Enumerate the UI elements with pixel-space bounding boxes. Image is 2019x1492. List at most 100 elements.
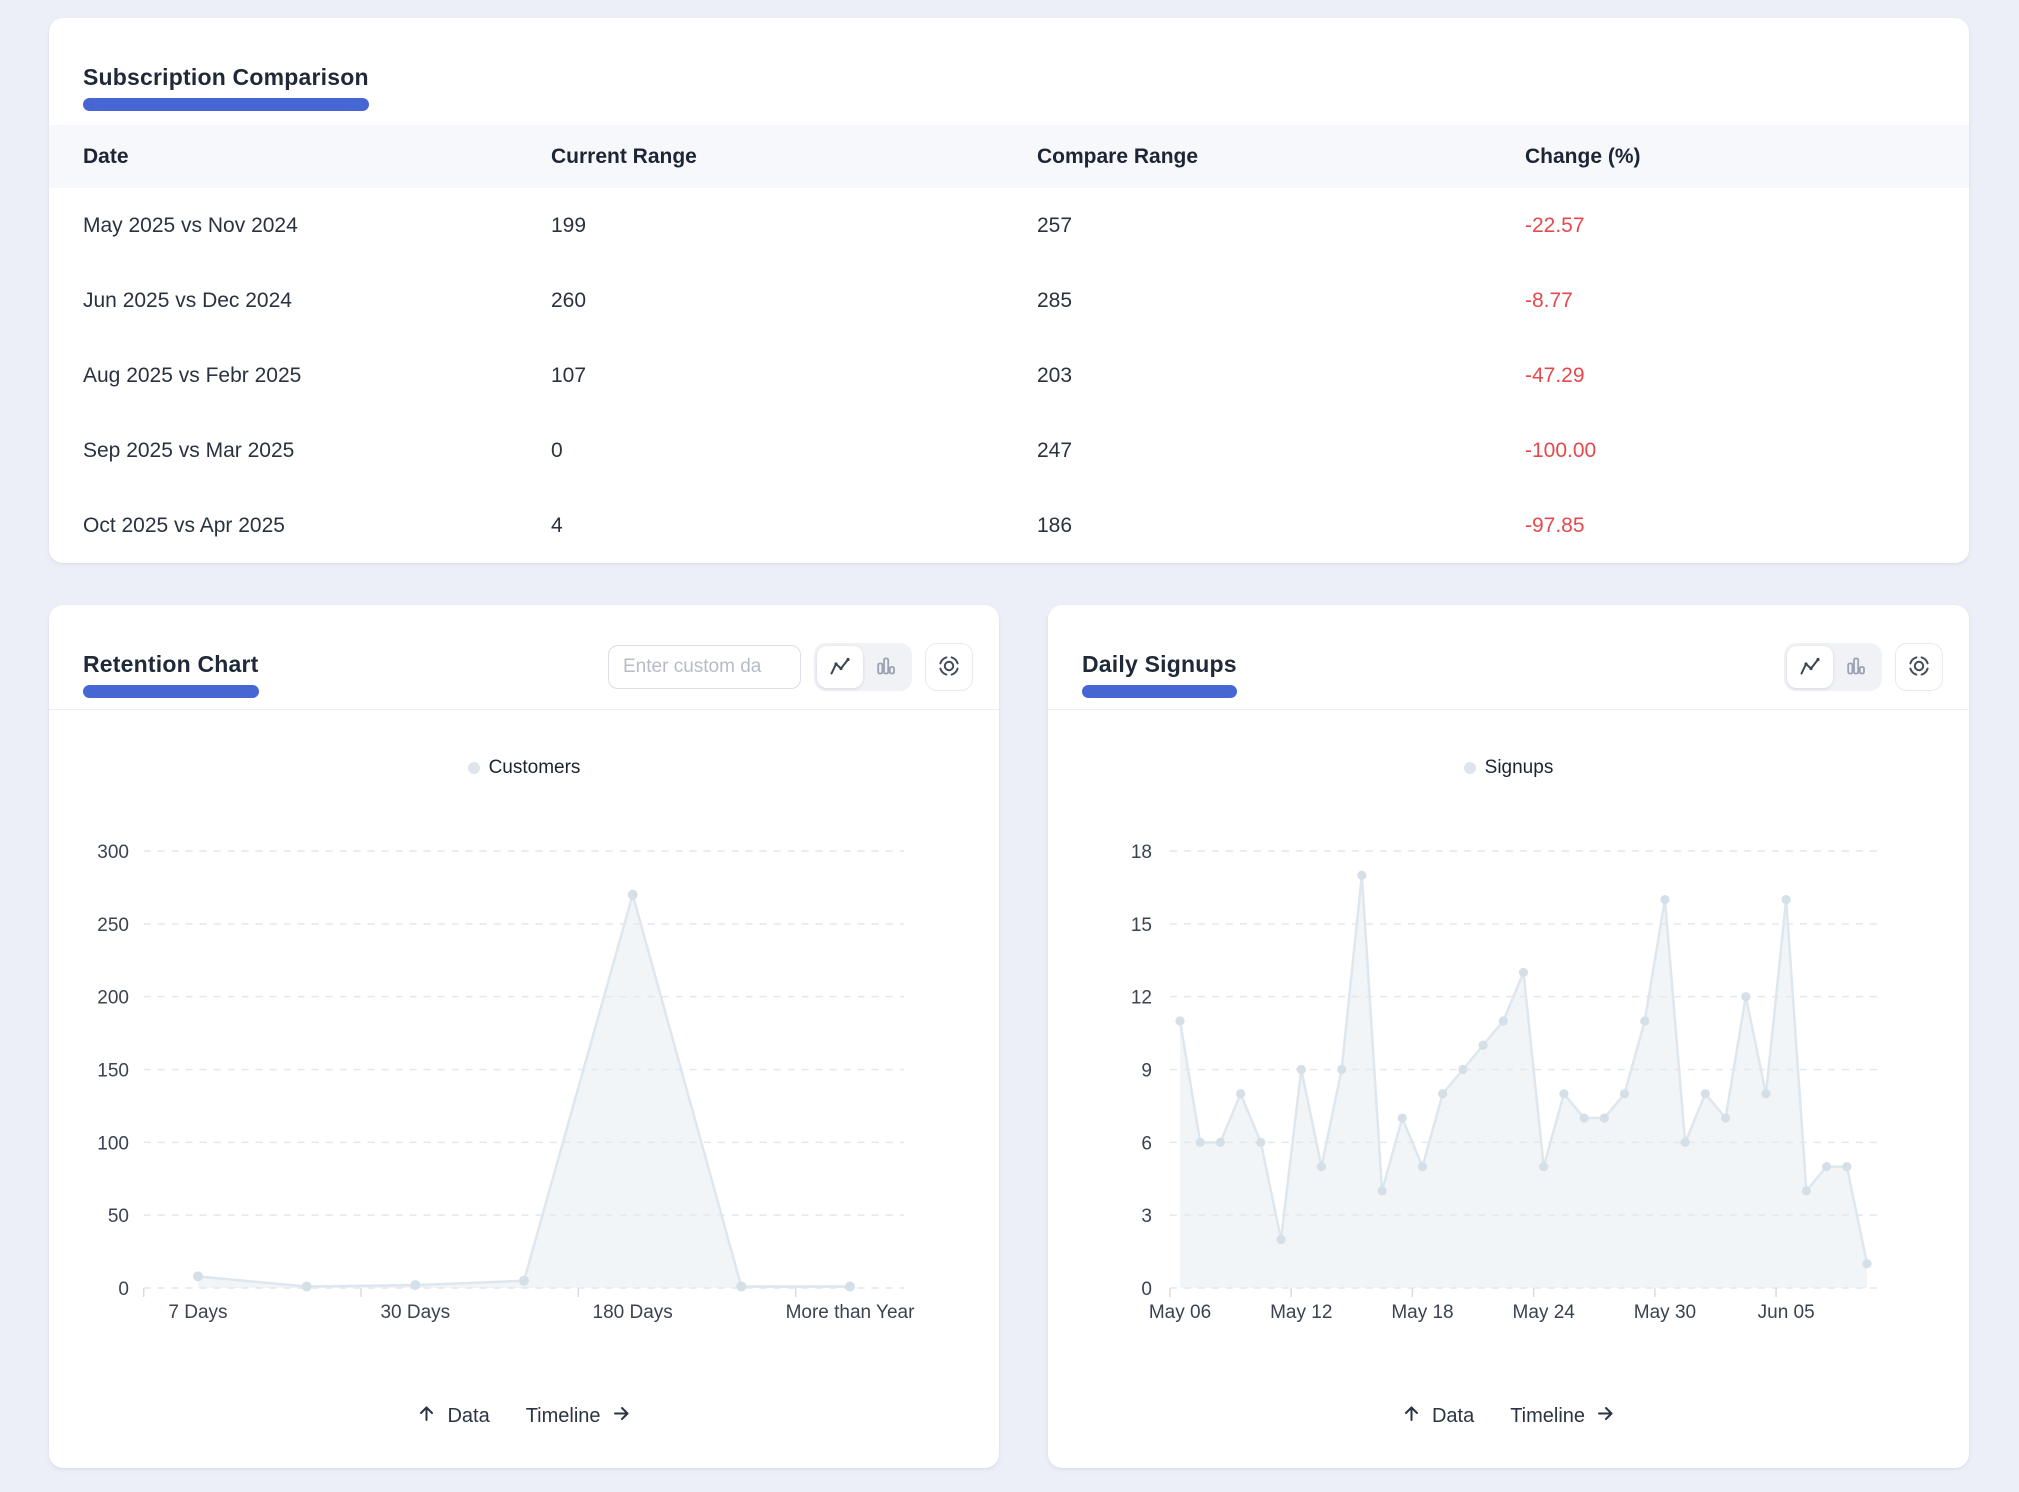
title-underline [83, 685, 259, 698]
data-point [193, 1271, 203, 1281]
cell-compare-range: 257 [1037, 188, 1072, 263]
data-point [1782, 895, 1791, 904]
cell-compare-range: 203 [1037, 338, 1072, 413]
retention-title-wrap: Retention Chart [83, 651, 259, 698]
line-chart-toggle-button[interactable] [1787, 646, 1833, 688]
cell-change: -47.29 [1525, 338, 1585, 413]
signups-controls [1784, 643, 1943, 691]
daily-signups-card: Daily Signups [1048, 605, 1969, 1468]
retention-footer: Data Timeline [49, 1403, 999, 1430]
title-underline [83, 98, 369, 111]
right-arrow-icon [1595, 1403, 1616, 1430]
bar-chart-toggle-button[interactable] [863, 646, 909, 688]
cell-compare-range: 285 [1037, 263, 1072, 338]
line-chart-toggle-button[interactable] [817, 646, 863, 688]
legend-dot [1464, 762, 1476, 774]
data-point [1741, 992, 1750, 1001]
data-point [736, 1282, 746, 1292]
cell-date: May 2025 vs Nov 2024 [83, 188, 298, 263]
column-header: Change (%) [1525, 125, 1641, 188]
cell-current-range: 4 [551, 488, 563, 563]
data-point [1539, 1162, 1548, 1171]
svg-text:300: 300 [97, 842, 129, 863]
data-point [1580, 1113, 1589, 1122]
svg-text:100: 100 [97, 1133, 129, 1154]
cell-change: -97.85 [1525, 488, 1585, 563]
cell-current-range: 107 [551, 338, 586, 413]
svg-text:May 24: May 24 [1513, 1302, 1576, 1323]
signups-legend[interactable]: Signups [1048, 757, 1969, 779]
data-point [1438, 1089, 1447, 1098]
snapshot-button[interactable] [1895, 643, 1943, 691]
chart-type-toggle [1784, 643, 1882, 691]
svg-text:30 Days: 30 Days [380, 1302, 450, 1323]
timeline-button-label: Timeline [526, 1405, 601, 1428]
data-point [1862, 1259, 1871, 1268]
data-point [1499, 1016, 1508, 1025]
data-point [1600, 1113, 1609, 1122]
retention-line-chart[interactable]: 0501001502002503007 Days30 Days180 DaysM… [49, 785, 999, 1365]
subscription-comparison-card: Subscription Comparison DateCurrent Rang… [49, 18, 1969, 563]
bar-chart-icon [875, 655, 897, 680]
data-point [1822, 1162, 1831, 1171]
cell-current-range: 199 [551, 188, 586, 263]
table-row: May 2025 vs Nov 2024 199 257 -22.57 [49, 188, 1969, 264]
data-point [1317, 1162, 1326, 1171]
dashboard-page: { "colors": { "page_bg": "#edeff8", "acc… [0, 0, 2019, 1492]
data-point [845, 1282, 855, 1292]
data-point [1701, 1089, 1710, 1098]
cell-date: Sep 2025 vs Mar 2025 [83, 413, 294, 488]
data-button-label: Data [447, 1405, 489, 1428]
data-point [1640, 1016, 1649, 1025]
table-row: Jun 2025 vs Dec 2024260285-8.77 [49, 263, 1969, 339]
cell-change: -22.57 [1525, 188, 1585, 263]
title-underline [1082, 685, 1237, 698]
svg-text:9: 9 [1141, 1061, 1152, 1082]
line-chart-icon [829, 655, 851, 680]
data-point [1660, 895, 1669, 904]
data-point [1458, 1065, 1467, 1074]
chart-type-toggle [814, 643, 912, 691]
svg-text:0: 0 [1141, 1279, 1152, 1300]
retention-card-header: Retention Chart [49, 605, 999, 710]
data-point [1721, 1113, 1730, 1122]
svg-text:Jun 05: Jun 05 [1758, 1302, 1815, 1323]
timeline-button[interactable]: Timeline [526, 1403, 632, 1430]
cell-change: -8.77 [1525, 263, 1573, 338]
retention-legend[interactable]: Customers [49, 757, 999, 779]
data-point [519, 1276, 529, 1286]
focus-scan-icon [937, 654, 961, 681]
data-point [1761, 1089, 1770, 1098]
timeline-button-label: Timeline [1510, 1405, 1585, 1428]
table-header-row: DateCurrent RangeCompare RangeChange (%) [49, 125, 1969, 189]
svg-text:May 18: May 18 [1391, 1302, 1453, 1323]
svg-text:15: 15 [1131, 915, 1152, 936]
svg-text:180 Days: 180 Days [593, 1302, 673, 1323]
snapshot-button[interactable] [925, 643, 973, 691]
svg-text:12: 12 [1131, 988, 1152, 1009]
svg-text:May 06: May 06 [1149, 1302, 1211, 1323]
timeline-button[interactable]: Timeline [1510, 1403, 1616, 1430]
data-button[interactable]: Data [1401, 1403, 1474, 1430]
data-point [410, 1280, 420, 1290]
cell-compare-range: 186 [1037, 488, 1072, 563]
data-button[interactable]: Data [416, 1403, 489, 1430]
cell-compare-range: 247 [1037, 413, 1072, 488]
retention-controls [608, 643, 973, 691]
data-point [1681, 1138, 1690, 1147]
svg-text:200: 200 [97, 988, 129, 1009]
table-row: Oct 2025 vs Apr 2025 4 186 -97.85 [49, 488, 1969, 563]
svg-text:0: 0 [118, 1279, 129, 1300]
signups-line-chart[interactable]: 0369121518May 06May 12May 18May 24May 30… [1048, 785, 1969, 1365]
right-arrow-icon [611, 1403, 632, 1430]
custom-date-input[interactable] [608, 645, 801, 689]
signups-title: Daily Signups [1082, 651, 1237, 678]
cell-date: Aug 2025 vs Febr 2025 [83, 338, 301, 413]
bar-chart-toggle-button[interactable] [1833, 646, 1879, 688]
svg-text:May 30: May 30 [1634, 1302, 1696, 1323]
svg-text:3: 3 [1141, 1206, 1152, 1227]
signups-footer: Data Timeline [1048, 1403, 1969, 1430]
data-button-label: Data [1432, 1405, 1474, 1428]
data-point [1175, 1016, 1184, 1025]
cell-date: Oct 2025 vs Apr 2025 [83, 488, 285, 563]
